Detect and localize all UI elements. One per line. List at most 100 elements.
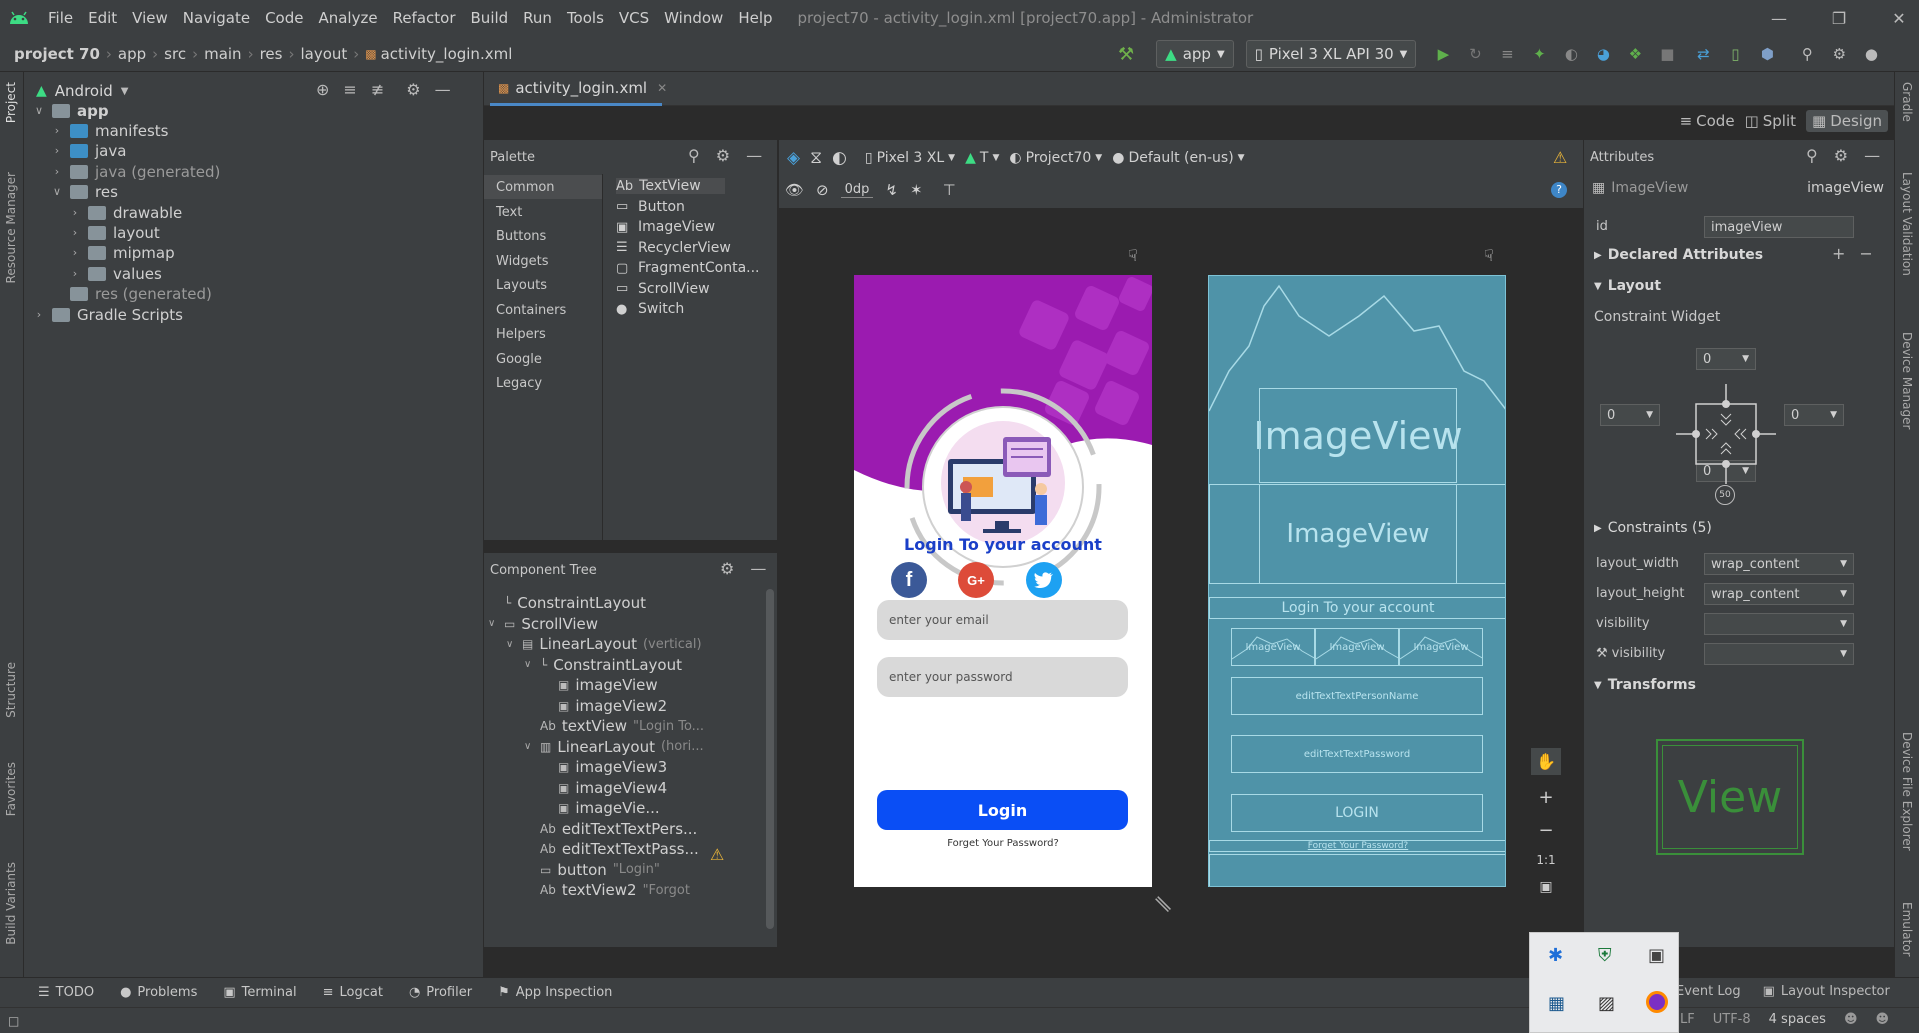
attach-debugger-icon[interactable]: ❖ — [1624, 43, 1646, 65]
twitter-icon[interactable] — [1026, 562, 1062, 598]
gradle-tool-tab[interactable]: Gradle — [1900, 82, 1914, 122]
bottom-tab-problems[interactable]: ● Problems — [120, 985, 197, 1000]
sync-gradle-icon[interactable]: ⇄ — [1692, 43, 1714, 65]
declared-attributes-section[interactable]: ▶ Declared Attributes — [1594, 247, 1763, 263]
forgot-password-link[interactable]: Forget Your Password? — [854, 838, 1152, 849]
layout-width-select[interactable]: wrap_content ▼ — [1704, 553, 1854, 575]
close-tab-icon[interactable]: ✕ — [657, 81, 667, 95]
palette-category-google[interactable]: Google — [496, 352, 542, 367]
menu-edit[interactable]: Edit — [88, 9, 117, 27]
menu-vcs[interactable]: VCS — [619, 9, 649, 27]
palette-item[interactable]: ● Switch — [616, 301, 684, 317]
chevron-down-icon[interactable]: ∨ — [506, 639, 522, 650]
stop-icon[interactable]: ■ — [1656, 43, 1678, 65]
theme-dropdown[interactable]: ◐ Project70 ▼ — [1009, 150, 1102, 166]
settings-icon[interactable]: ⚙ — [1828, 43, 1850, 65]
layout-validation-tool-tab[interactable]: Layout Validation — [1900, 172, 1914, 276]
breadcrumb-item[interactable]: activity_login.xml — [381, 45, 513, 63]
apply-changes-icon[interactable]: ↻ — [1464, 43, 1486, 65]
project-tool-tab[interactable]: Project — [4, 82, 18, 123]
blueprint-password-field[interactable]: editTextTextPassword — [1231, 735, 1483, 773]
breadcrumb-item[interactable]: res — [260, 45, 283, 63]
palette-category-widgets[interactable]: Widgets — [496, 254, 549, 269]
email-field[interactable]: enter your email — [877, 600, 1128, 640]
chevron-down-icon[interactable]: ∨ — [524, 741, 540, 752]
notifications-icon[interactable]: ☻ — [1876, 1012, 1890, 1027]
emulator-tool-tab[interactable]: Emulator — [1900, 902, 1914, 957]
menu-build[interactable]: Build — [471, 9, 509, 27]
favorites-tool-tab[interactable]: Favorites — [4, 762, 18, 816]
event-log-tab[interactable]: Event Log — [1676, 984, 1741, 999]
sdk-manager-icon[interactable]: ⬢ — [1756, 43, 1778, 65]
coverage-icon[interactable]: ◐ — [1560, 43, 1582, 65]
collapse-all-icon[interactable]: ≢ — [371, 80, 384, 99]
device-file-explorer-tool-tab[interactable]: Device File Explorer — [1900, 732, 1914, 851]
locate-icon[interactable]: ⊕ — [316, 80, 329, 99]
memory-indicator-icon[interactable]: ☻ — [1844, 1012, 1858, 1027]
hide-panel-icon[interactable]: — — [750, 559, 766, 578]
encoding-indicator[interactable]: UTF-8 — [1713, 1012, 1751, 1027]
menu-view[interactable]: View — [132, 9, 168, 27]
bluetooth-icon[interactable]: ✱ — [1548, 945, 1563, 966]
breadcrumb-item[interactable]: main — [204, 45, 241, 63]
status-square-icon[interactable]: □ — [8, 1014, 19, 1028]
run-icon[interactable]: ▶ — [1432, 43, 1454, 65]
indent-indicator[interactable]: 4 spaces — [1769, 1012, 1826, 1027]
device-manager-icon[interactable]: ▯ — [1724, 43, 1746, 65]
tools-visibility-select[interactable]: ▼ — [1704, 643, 1854, 665]
build-hammer-icon[interactable]: ⚒ — [1118, 44, 1134, 65]
editor-tab-activity-login[interactable]: ▩ activity_login.xml ✕ — [490, 72, 667, 106]
constraint-bias-indicator[interactable]: 50 — [1715, 485, 1735, 505]
blueprint-login-button[interactable]: LOGIN — [1231, 794, 1483, 832]
blueprint-imageview-2[interactable]: ImageView — [1259, 484, 1457, 584]
facebook-icon[interactable]: f — [891, 562, 927, 598]
chevron-right-icon[interactable]: › — [68, 246, 82, 259]
zoom-in-icon[interactable]: + — [1538, 787, 1553, 808]
code-mode-button[interactable]: ≡ Code — [1680, 112, 1735, 130]
blueprint-small-imageview[interactable]: ImageView — [1399, 628, 1483, 666]
id-input[interactable]: imageView — [1704, 216, 1854, 238]
night-mode-icon[interactable]: ◐ — [832, 148, 847, 168]
menu-navigate[interactable]: Navigate — [183, 9, 250, 27]
structure-tool-tab[interactable]: Structure — [4, 662, 18, 718]
run-config-select[interactable]: ▲ app ▼ — [1156, 40, 1234, 68]
component-tree-node[interactable]: Ab textView2 "Forgot — [524, 878, 690, 902]
constraint-left-margin[interactable]: 0 ▼ — [1600, 404, 1660, 426]
menu-file[interactable]: File — [48, 9, 73, 27]
expand-all-icon[interactable]: ≡ — [343, 80, 356, 99]
hide-panel-icon[interactable]: — — [435, 80, 451, 99]
login-button[interactable]: Login — [877, 790, 1128, 830]
constraint-top-margin[interactable]: 0 ▼ — [1696, 348, 1756, 370]
build-variants-tool-tab[interactable]: Build Variants — [4, 862, 18, 945]
chevron-right-icon[interactable]: › — [68, 226, 82, 239]
layout-section[interactable]: ▼ Layout — [1594, 278, 1661, 294]
gear-icon[interactable]: ⚙ — [716, 146, 730, 165]
chevron-down-icon[interactable]: ∨ — [50, 185, 64, 198]
palette-item[interactable]: ▣ ImageView — [616, 219, 715, 235]
display-icon[interactable]: ▣ — [1648, 945, 1665, 966]
palette-category-containers[interactable]: Containers — [496, 303, 566, 318]
layout-inspector-tab[interactable]: ▣ Layout Inspector — [1763, 984, 1890, 999]
account-icon[interactable]: ● — [1860, 43, 1882, 65]
visibility-select[interactable]: ▼ — [1704, 613, 1854, 635]
hide-panel-icon[interactable]: — — [1864, 146, 1880, 165]
breadcrumb-item[interactable]: layout — [300, 45, 347, 63]
blueprint-heading[interactable]: Login To your account — [1209, 597, 1505, 619]
constraints-section[interactable]: ▶ Constraints (5) — [1594, 520, 1712, 536]
office-tray-icon[interactable]: ▨ — [1598, 993, 1615, 1014]
chevron-right-icon[interactable]: › — [50, 144, 64, 157]
password-field[interactable]: enter your password — [877, 657, 1128, 697]
remove-attribute-icon[interactable]: − — [1859, 244, 1872, 263]
split-mode-button[interactable]: ◫ Split — [1745, 112, 1796, 130]
palette-item[interactable]: ▢ FragmentConta... — [616, 260, 760, 276]
api-dropdown[interactable]: ▲ T ▼ — [965, 150, 999, 166]
blueprint-small-imageview[interactable]: ImageView — [1315, 628, 1399, 666]
component-tree-scrollbar[interactable] — [766, 589, 774, 929]
bottom-tab-logcat[interactable]: ≡ Logcat — [323, 985, 383, 1000]
blueprint-small-imageview[interactable]: ImageView — [1231, 628, 1315, 666]
menu-tools[interactable]: Tools — [567, 9, 604, 27]
chevron-right-icon[interactable]: › — [68, 206, 82, 219]
blueprint-name-field[interactable]: editTextTextPersonName — [1231, 677, 1483, 715]
gear-icon[interactable]: ⚙ — [720, 559, 734, 578]
constraint-right-margin[interactable]: 0 ▼ — [1784, 404, 1844, 426]
